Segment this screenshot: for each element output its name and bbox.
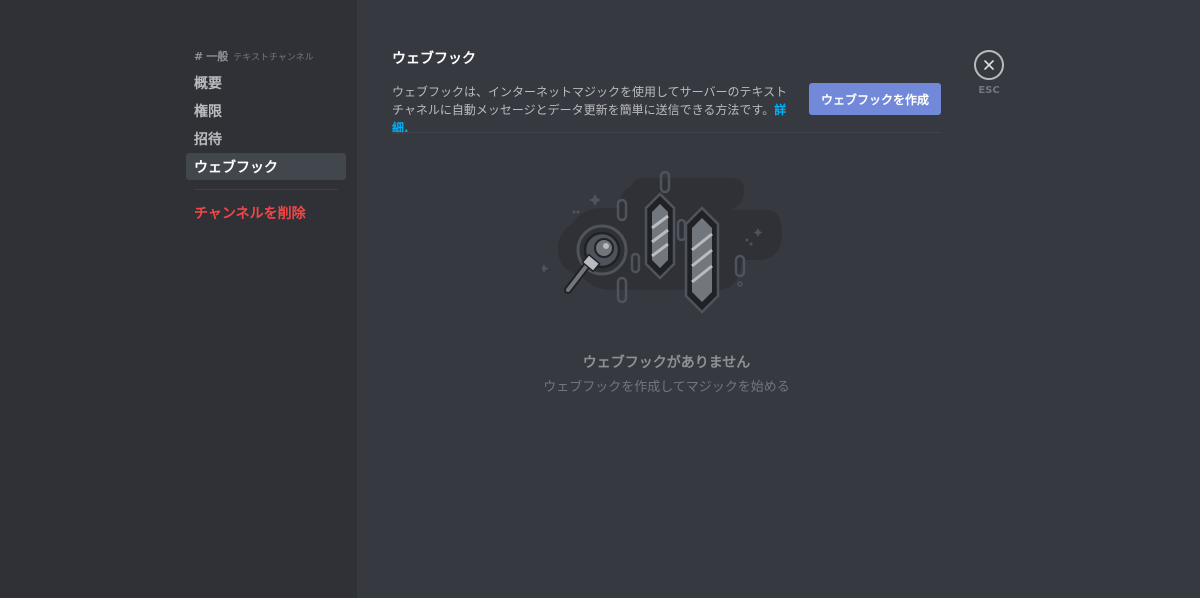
delete-channel-label: チャンネルを削除 xyxy=(194,205,306,222)
close-button[interactable] xyxy=(974,50,1004,80)
sidebar-item-label: 概要 xyxy=(194,75,222,92)
sidebar-item-webhooks[interactable]: ウェブフック xyxy=(186,153,346,180)
empty-state-title: ウェブフックがありません xyxy=(582,355,751,371)
sidebar-item-label: 権限 xyxy=(194,103,222,120)
sidebar-item-label: ウェブフック xyxy=(194,159,278,176)
sidebar-item-label: 招待 xyxy=(194,131,222,148)
sidebar-divider xyxy=(194,189,338,190)
create-webhook-button[interactable]: ウェブフックを作成 xyxy=(809,83,941,115)
hash-icon: # xyxy=(194,50,204,63)
channel-name: 一般 xyxy=(206,50,229,63)
close-settings: ESC xyxy=(974,50,1004,96)
sidebar-item-overview[interactable]: 概要 xyxy=(186,69,346,96)
channel-type: テキストチャンネル xyxy=(233,53,314,63)
sidebar-header: # 一般 テキストチャンネル xyxy=(186,48,346,64)
sidebar-item-permissions[interactable]: 権限 xyxy=(186,97,346,124)
delete-channel-button[interactable]: チャンネルを削除 xyxy=(186,199,346,226)
sidebar-nav: # 一般 テキストチャンネル 概要 権限 招待 ウェブフック チャンネルを削除 xyxy=(186,48,346,227)
description-text: ウェブフックは、インターネットマジックを使用してサーバーのテキストチャネルに自動… xyxy=(392,85,788,117)
close-icon xyxy=(984,60,994,70)
sidebar-item-invites[interactable]: 招待 xyxy=(186,125,346,152)
empty-webhooks-illustration xyxy=(542,170,782,314)
esc-label: ESC xyxy=(978,85,1000,96)
settings-sidebar: # 一般 テキストチャンネル 概要 権限 招待 ウェブフック チャンネルを削除 xyxy=(0,0,357,598)
webhooks-description: ウェブフックは、インターネットマジックを使用してサーバーのテキストチャネルに自動… xyxy=(392,83,792,137)
empty-state-subtitle: ウェブフックを作成してマジックを始める xyxy=(543,380,790,395)
section-divider xyxy=(392,132,941,133)
page-title: ウェブフック xyxy=(392,51,476,67)
